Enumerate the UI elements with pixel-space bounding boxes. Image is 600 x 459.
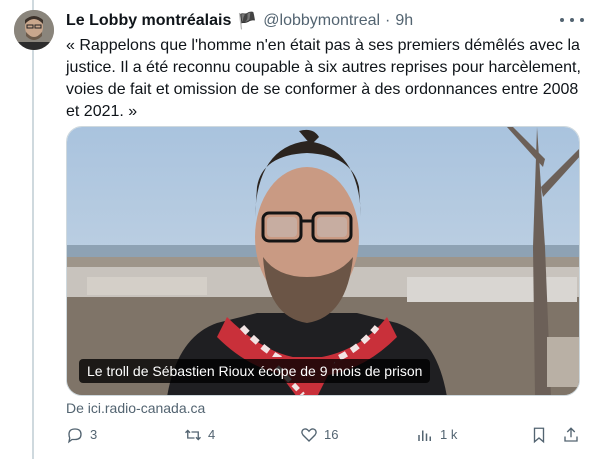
share-button[interactable] — [562, 426, 586, 444]
tweet-header: Le Lobby montréalais 🏴 @lobbymontreal · … — [66, 11, 413, 31]
separator-dot: · — [385, 12, 391, 29]
repost-button[interactable]: 4 — [184, 426, 215, 444]
views-icon — [418, 430, 431, 441]
tweet-text: « Rappelons que l'homme n'en était pas à… — [66, 35, 586, 123]
author-name[interactable]: Le Lobby montréalais — [66, 12, 231, 30]
bookmark-icon — [533, 427, 545, 444]
like-button[interactable]: 16 — [300, 426, 338, 444]
more-icon[interactable] — [560, 13, 584, 27]
like-icon — [301, 428, 317, 442]
repost-icon — [185, 429, 201, 441]
card-image — [67, 127, 579, 395]
timestamp[interactable]: 9h — [395, 12, 413, 30]
tweet-text-line: voies de fait et omission de se conforme… — [66, 81, 579, 98]
reply-icon — [67, 428, 82, 444]
views-button[interactable]: 1 k — [416, 426, 457, 444]
avatar[interactable] — [14, 10, 54, 50]
reply-button[interactable]: 3 — [66, 426, 97, 444]
share-icon — [564, 427, 578, 442]
flag-icon: 🏴 — [237, 13, 258, 30]
reply-count: 3 — [90, 427, 98, 442]
bookmark-button[interactable] — [530, 426, 554, 444]
tweet-text-line: et 2021. » — [66, 103, 138, 120]
link-card[interactable]: Le troll de Sébastien Rioux écope de 9 m… — [66, 126, 580, 396]
like-count: 16 — [324, 427, 339, 442]
card-source[interactable]: De ici.radio-canada.ca — [66, 400, 205, 416]
views-count: 1 k — [440, 427, 458, 442]
action-bar: 3 4 16 1 k — [66, 426, 586, 450]
thread-line — [32, 0, 34, 459]
card-caption: Le troll de Sébastien Rioux écope de 9 m… — [79, 359, 431, 383]
author-handle[interactable]: @lobbymontreal — [263, 12, 380, 30]
tweet-text-line: justice. Il a été reconnu coupable à six… — [66, 59, 581, 76]
tweet-text-line: « Rappelons que l'homme n'en était pas à… — [66, 37, 580, 54]
repost-count: 4 — [208, 427, 216, 442]
